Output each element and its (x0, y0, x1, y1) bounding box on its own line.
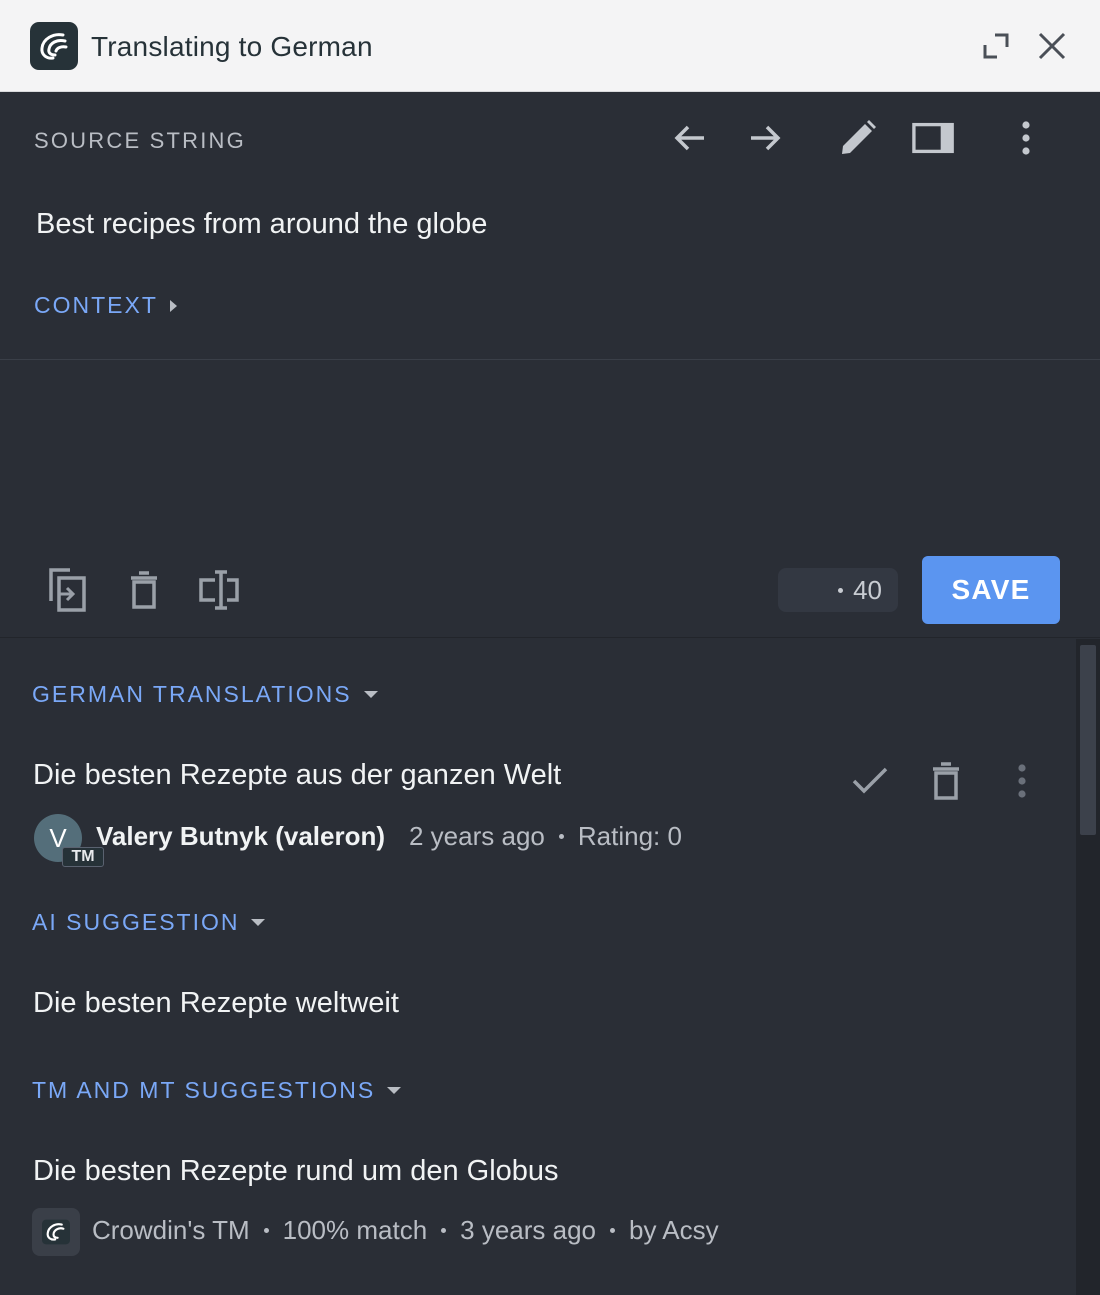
tm-match: 100% match (282, 1215, 428, 1245)
caret-down-icon (363, 691, 378, 698)
window-title: Translating to German (91, 31, 373, 62)
tm-suggestion-text[interactable]: Die besten Rezepte rund um den Globus (33, 1155, 559, 1188)
expand-icon[interactable] (978, 28, 1014, 64)
translation-more-icon[interactable] (1000, 759, 1044, 803)
check-icon[interactable] (848, 759, 892, 803)
tm-suggestion-meta: Crowdin's TM 100% match 3 years ago by A… (92, 1215, 719, 1246)
more-vertical-icon[interactable] (1004, 116, 1048, 160)
tm-mt-suggestions-toggle[interactable]: TM AND MT SUGGESTIONS (32, 1077, 402, 1104)
scrollbar-thumb[interactable] (1080, 645, 1096, 835)
caret-right-icon (169, 299, 177, 312)
crowdin-tm-icon (32, 1208, 80, 1256)
german-translations-toggle[interactable]: GERMAN TRANSLATIONS (32, 681, 378, 708)
text-cursor-icon[interactable] (196, 566, 244, 614)
ai-suggestion-text[interactable]: Die besten Rezepte weltweit (33, 987, 399, 1020)
translation-input[interactable] (30, 371, 1070, 541)
arrow-right-icon[interactable] (743, 116, 787, 160)
pencil-icon[interactable] (836, 116, 880, 160)
translation-meta: Valery Butnyk (valeron) 2 years ago Rati… (96, 821, 682, 852)
trash-icon[interactable] (120, 566, 168, 614)
source-string-text: Best recipes from around the globe (36, 208, 488, 240)
ai-suggestion-header: AI SUGGESTION (32, 909, 240, 935)
tm-time: 3 years ago (460, 1215, 597, 1245)
copy-source-icon[interactable] (43, 566, 91, 614)
delete-translation-icon[interactable] (924, 759, 968, 803)
suggestions-list[interactable]: GERMAN TRANSLATIONS Die besten Rezepte a… (0, 639, 1076, 1295)
tm-author: by Acsy (629, 1215, 719, 1245)
translation-editor: 40 SAVE (0, 361, 1100, 638)
separator-dot-icon (610, 1228, 616, 1233)
translation-author[interactable]: Valery Butnyk (valeron) (96, 821, 385, 852)
crowdin-logo-icon (30, 22, 78, 70)
caret-down-icon (387, 1087, 402, 1094)
german-translations-header: GERMAN TRANSLATIONS (32, 681, 352, 707)
panel-layout-icon[interactable] (912, 116, 956, 160)
translation-text[interactable]: Die besten Rezepte aus der ganzen Welt (33, 759, 561, 792)
translation-rating: Rating: 0 (577, 821, 682, 851)
context-toggle[interactable]: CONTEXT (34, 292, 177, 319)
translation-time: 2 years ago (409, 821, 545, 851)
source-string-panel: SOURCE STRING Best recipes from around t… (0, 92, 1100, 360)
separator-dot-icon (263, 1228, 269, 1233)
character-count: 40 (853, 574, 882, 605)
ai-suggestion-toggle[interactable]: AI SUGGESTION (32, 909, 266, 936)
separator-dot-icon (558, 834, 564, 839)
save-button[interactable]: SAVE (922, 556, 1060, 624)
close-icon[interactable] (1034, 28, 1070, 64)
title-bar: Translating to German (0, 0, 1100, 92)
separator-dot-icon (441, 1228, 447, 1233)
arrow-left-icon[interactable] (668, 116, 712, 160)
character-counter: 40 (778, 568, 898, 612)
list-scrollbar[interactable] (1076, 639, 1100, 1295)
counter-dot-icon (838, 587, 844, 593)
context-label: CONTEXT (34, 292, 158, 318)
caret-down-icon (251, 919, 266, 926)
tm-source: Crowdin's TM (92, 1215, 250, 1245)
tm-mt-suggestions-header: TM AND MT SUGGESTIONS (32, 1077, 376, 1103)
source-string-caption: SOURCE STRING (34, 128, 246, 153)
